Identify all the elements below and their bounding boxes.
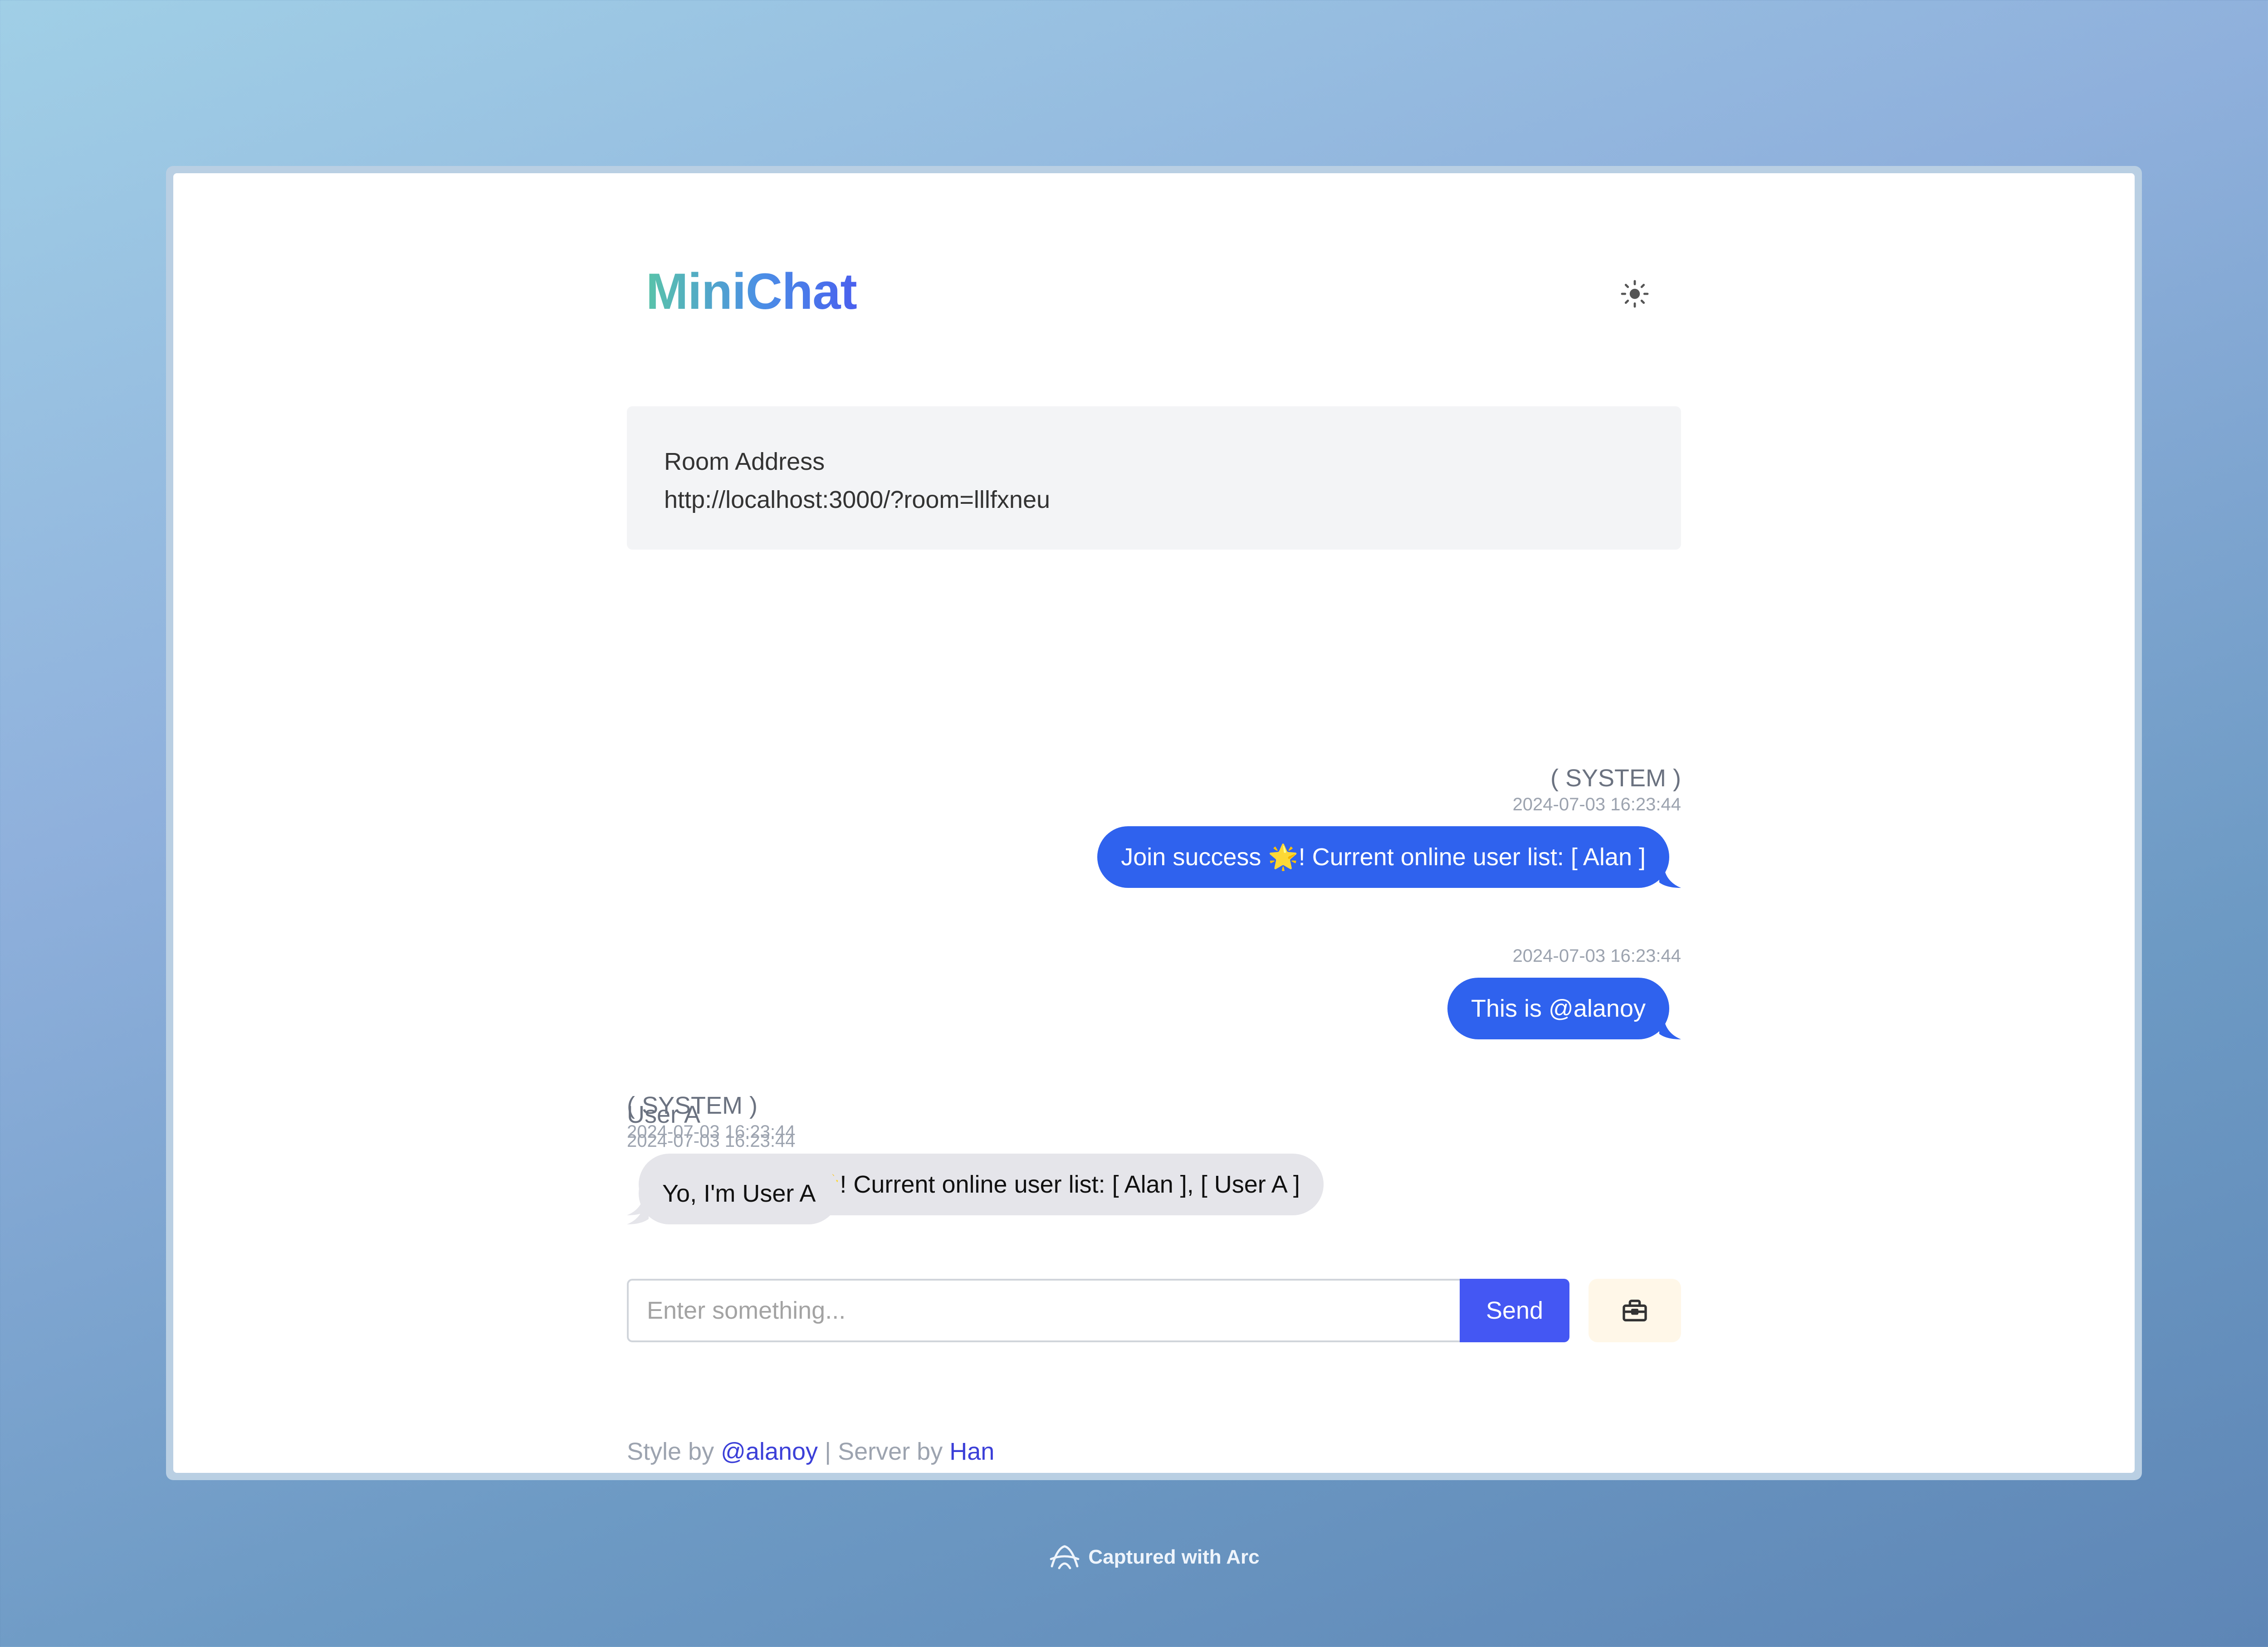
message-sender: User A — [627, 1101, 701, 1128]
message-text: Yo, I'm User A — [639, 1163, 840, 1224]
footer-style-author-link[interactable]: @alanoy — [721, 1438, 818, 1465]
app-logo: MiniChat — [646, 263, 857, 320]
toolbox-button[interactable] — [1589, 1279, 1681, 1342]
message-bubble: Join success 🌟! Current online user list… — [1097, 826, 1681, 888]
message-time: 2024-07-03 16:23:44 — [1512, 794, 1681, 814]
bubble-tail-icon — [1659, 1018, 1681, 1039]
theme-toggle-button[interactable] — [1612, 271, 1657, 317]
message-bubble: This is @alanoy — [1447, 978, 1681, 1039]
room-address-label: Room Address — [664, 448, 825, 475]
footer-server-author-link[interactable]: Han — [949, 1438, 994, 1465]
arc-logo-icon — [1050, 1545, 1080, 1569]
capture-watermark: Captured with Arc — [0, 1543, 2268, 1572]
message-composer: Send — [627, 1279, 1681, 1342]
send-button[interactable]: Send — [1460, 1279, 1569, 1342]
message-time: 2024-07-03 16:23:44 — [627, 1131, 796, 1151]
message-item: ( SYSTEM ) 2024-07-03 16:23:44 Join succ… — [627, 764, 1681, 888]
message-time: 2024-07-03 16:23:44 — [1512, 946, 1681, 966]
room-address-panel: Room Address http://localhost:3000/?room… — [627, 406, 1681, 550]
footer-server-prefix: Server by — [838, 1438, 943, 1465]
chat-page: MiniChat Room Address http://localhost:3… — [173, 173, 2135, 1473]
footer-separator: | — [825, 1438, 831, 1465]
message-text: Join success 🌟! Current online user list… — [1097, 826, 1669, 888]
footer-style-prefix: Style by — [627, 1438, 714, 1465]
message-text: This is @alanoy — [1447, 978, 1669, 1039]
room-address-url[interactable]: http://localhost:3000/?room=lllfxneu — [664, 481, 1681, 519]
message-bubble: Yo, I'm User A — [627, 1163, 840, 1224]
message-item: User A 2024-07-03 16:23:44 Yo, I'm User … — [627, 1100, 1681, 1224]
chat-container: MiniChat Room Address http://localhost:3… — [627, 173, 1681, 1473]
message-sender: ( SYSTEM ) — [1550, 765, 1681, 792]
toolbox-icon — [1623, 1300, 1647, 1321]
bubble-tail-icon — [627, 1203, 649, 1224]
page-footer: Style by @alanoy | Server by Han — [627, 1437, 994, 1466]
sun-icon — [1621, 280, 1649, 308]
message-item: 2024-07-03 16:23:44 This is @alanoy — [627, 944, 1681, 1039]
bubble-tail-icon — [1659, 866, 1681, 888]
message-input[interactable] — [627, 1279, 1460, 1342]
capture-label: Captured with Arc — [1088, 1546, 1260, 1568]
